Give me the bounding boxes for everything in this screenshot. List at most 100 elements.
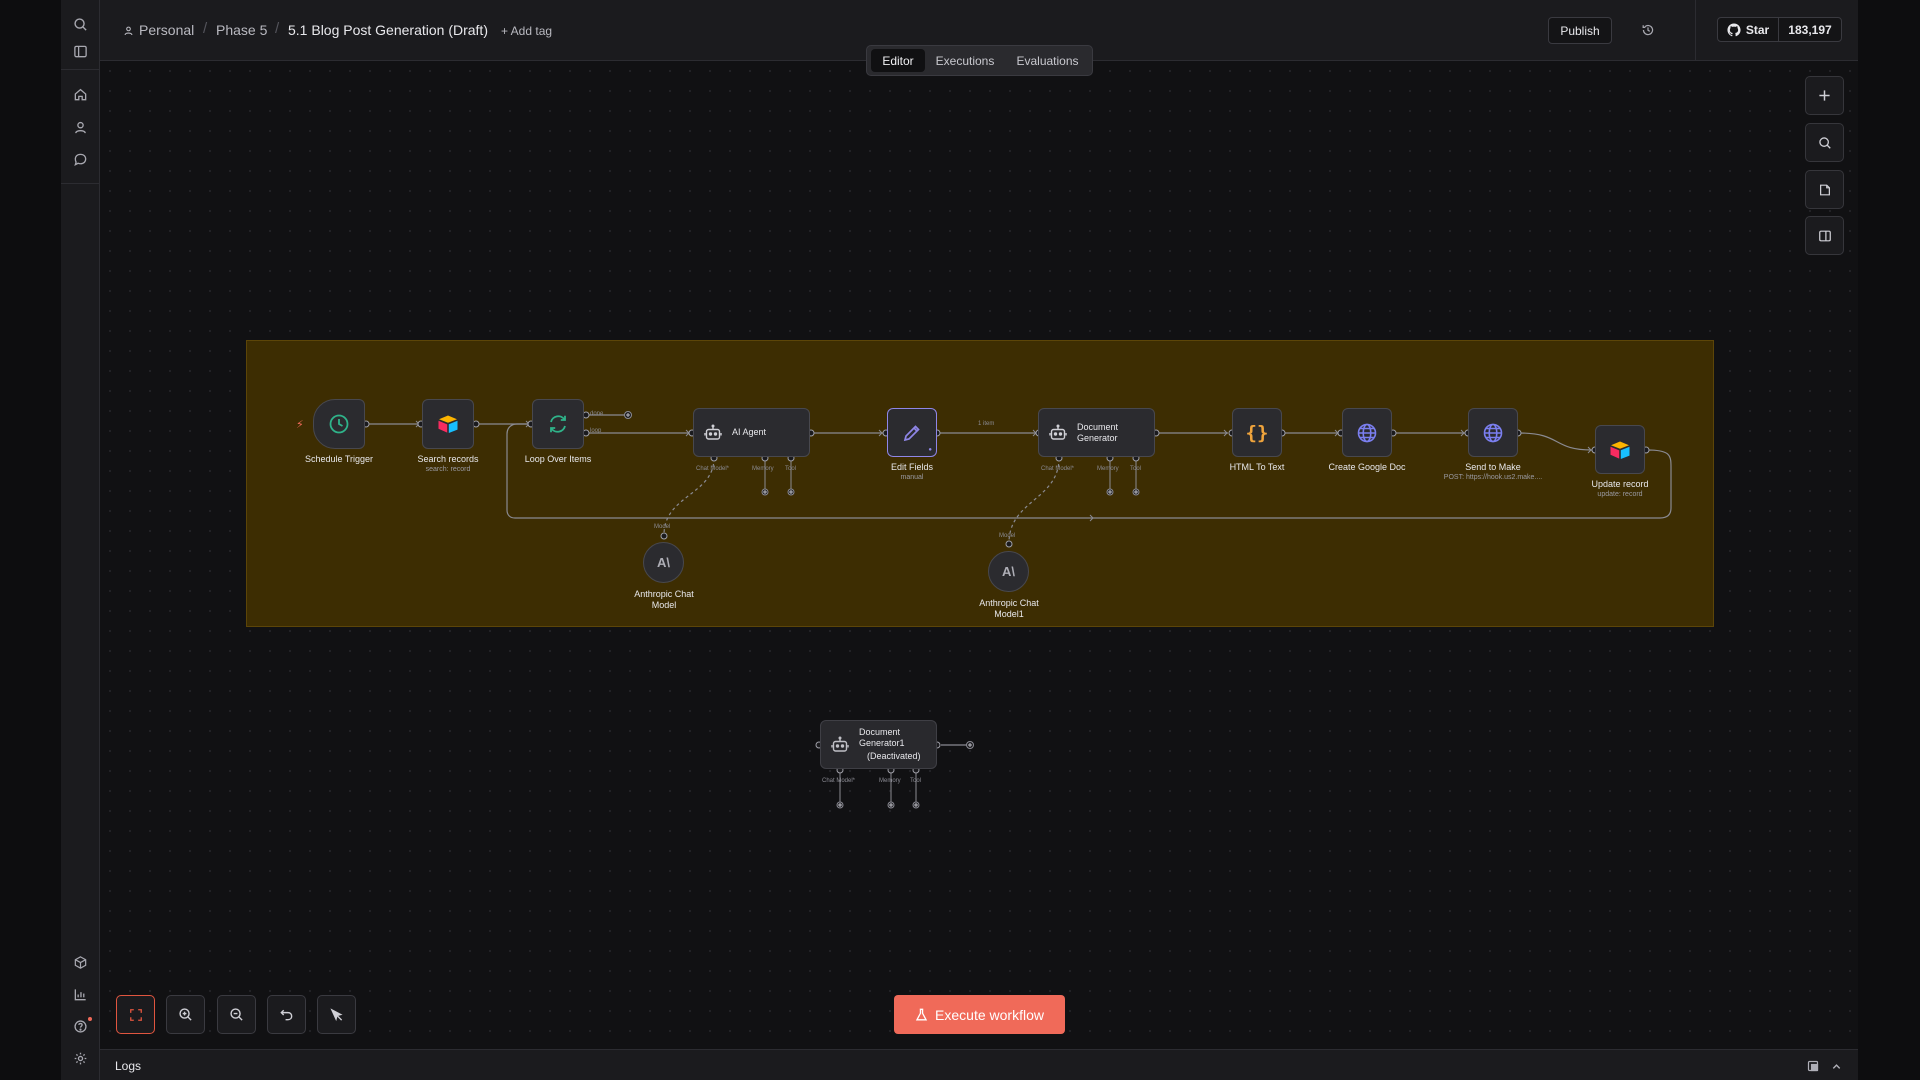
- clock-icon: [329, 414, 349, 434]
- node-send-to-make[interactable]: [1468, 408, 1518, 457]
- output-label-model: Model: [654, 524, 671, 530]
- add-node-button[interactable]: [1805, 76, 1844, 115]
- node-label: Document Generator: [1077, 422, 1118, 444]
- node-document-generator[interactable]: Document Generator: [1038, 408, 1155, 457]
- input-label-tool: Tool: [910, 778, 922, 784]
- chevron-up-icon[interactable]: [1831, 1061, 1842, 1072]
- node-anthropic-chat-model1[interactable]: A\: [988, 551, 1029, 592]
- node-label: AI Agent: [732, 427, 767, 437]
- anthropic-icon: A\: [657, 555, 670, 570]
- header-divider: [1695, 0, 1696, 60]
- tidy-up-button[interactable]: [317, 995, 356, 1034]
- deactivated-status: (Deactivated): [867, 751, 921, 761]
- panel-icon: [1818, 230, 1831, 241]
- node-subtitle: manual: [900, 474, 924, 481]
- robot-icon: [704, 424, 722, 440]
- node-label: HTML To Text: [1229, 462, 1285, 472]
- node-edit-fields[interactable]: ●: [887, 408, 937, 457]
- node-document-generator1-deactivated[interactable]: Document Generator1 (Deactivated): [820, 720, 937, 769]
- output-label-loop: loop: [590, 428, 602, 434]
- help-icon[interactable]: [69, 1015, 92, 1037]
- node-label: Anthropic Chat Model: [614, 589, 714, 611]
- sidebar: [61, 0, 100, 1080]
- insights-icon[interactable]: [69, 983, 91, 1005]
- github-star-count[interactable]: 183,197: [1778, 17, 1842, 42]
- node-search-records[interactable]: [422, 399, 474, 449]
- node-label-line: Model1: [994, 609, 1024, 619]
- undo-button[interactable]: [267, 995, 306, 1034]
- input-label-chat-model: Chat Model*: [696, 466, 730, 472]
- logs-panel[interactable]: Logs: [100, 1049, 1858, 1080]
- github-star-button[interactable]: Star: [1717, 17, 1779, 42]
- home-icon[interactable]: [69, 83, 91, 105]
- add-tag-button[interactable]: + Add tag: [501, 24, 552, 38]
- node-loop-over-items[interactable]: [532, 399, 584, 449]
- node-label-line: Model: [651, 600, 677, 610]
- left-gutter: [0, 0, 61, 1080]
- node-anthropic-chat-model[interactable]: A\: [643, 542, 684, 583]
- input-label-memory: Memory: [752, 466, 774, 472]
- user-icon[interactable]: [69, 116, 91, 138]
- tab-evaluations[interactable]: Evaluations: [1006, 49, 1089, 72]
- airtable-icon: [1610, 441, 1630, 459]
- add-sticky-note-button[interactable]: [1805, 170, 1844, 209]
- zoom-in-button[interactable]: [166, 995, 205, 1034]
- publish-button[interactable]: Publish: [1548, 17, 1612, 44]
- sticky-note[interactable]: [246, 340, 1714, 627]
- search-nodes-button[interactable]: [1805, 123, 1844, 162]
- popout-icon[interactable]: [1807, 1060, 1819, 1072]
- node-label: Send to Make: [1465, 462, 1521, 472]
- node-subtitle: update: record: [1597, 491, 1643, 498]
- node-subtitle: POST: https://hook.us2.make....: [1443, 474, 1543, 481]
- input-label-chat-model: Chat Model*: [1041, 466, 1075, 472]
- node-label: Document Generator1 (Deactivated): [859, 727, 921, 762]
- node-schedule-trigger[interactable]: [313, 399, 365, 449]
- flask-icon: [915, 1008, 928, 1020]
- logs-title: Logs: [115, 1059, 142, 1073]
- chat-icon[interactable]: [69, 148, 91, 170]
- workflow-title[interactable]: 5.1 Blog Post Generation (Draft): [288, 22, 488, 38]
- templates-icon[interactable]: [69, 951, 91, 973]
- tab-editor[interactable]: Editor: [871, 49, 925, 72]
- globe-icon: [1483, 423, 1503, 442]
- node-create-google-doc[interactable]: [1342, 408, 1392, 457]
- node-html-to-text[interactable]: {}: [1232, 408, 1282, 457]
- execute-workflow-button[interactable]: Execute workflow: [894, 995, 1065, 1034]
- globe-icon: [1357, 423, 1377, 442]
- settings-icon[interactable]: [69, 1047, 91, 1069]
- braces-icon: {}: [1245, 421, 1269, 444]
- refresh-icon: [550, 415, 566, 433]
- edge-item-count: 1 item: [978, 421, 995, 427]
- robot-icon: [831, 736, 849, 752]
- fit-view-icon: [129, 1008, 142, 1021]
- input-label-memory: Memory: [879, 778, 901, 784]
- pencil-icon: [903, 424, 920, 441]
- fit-view-button[interactable]: [116, 995, 155, 1034]
- node-label-line: Anthropic Chat: [634, 589, 694, 599]
- breadcrumb-folder[interactable]: Phase 5: [216, 22, 267, 38]
- node-label-line: Anthropic Chat: [979, 598, 1039, 608]
- trigger-bolt-icon: ⚡: [296, 419, 304, 431]
- tab-executions[interactable]: Executions: [929, 49, 1001, 72]
- sticky-note-icon: [1819, 184, 1830, 195]
- undo-icon: [280, 1009, 293, 1021]
- zoom-out-icon: [230, 1008, 243, 1021]
- node-label: Update record: [1591, 479, 1649, 489]
- toggle-panel-button[interactable]: [1805, 216, 1844, 255]
- view-tabs: Editor Executions Evaluations: [866, 45, 1093, 76]
- breadcrumb-project[interactable]: Personal: [139, 22, 194, 38]
- input-label-tool: Tool: [1130, 466, 1142, 472]
- history-icon[interactable]: [1638, 20, 1658, 40]
- node-update-record[interactable]: [1595, 425, 1645, 474]
- node-ai-agent[interactable]: AI Agent: [693, 408, 810, 457]
- breadcrumb-separator: /: [203, 20, 208, 37]
- robot-icon: [1049, 424, 1067, 440]
- execute-workflow-label: Execute workflow: [935, 1006, 1044, 1023]
- node-label: Create Google Doc: [1328, 462, 1406, 472]
- zoom-out-button[interactable]: [217, 995, 256, 1034]
- search-icon[interactable]: [69, 13, 91, 35]
- node-label-line: Document: [859, 727, 901, 737]
- sidebar-toggle-icon[interactable]: [69, 40, 91, 62]
- node-label-line: Generator: [1077, 432, 1118, 443]
- github-star-label: Star: [1745, 22, 1770, 37]
